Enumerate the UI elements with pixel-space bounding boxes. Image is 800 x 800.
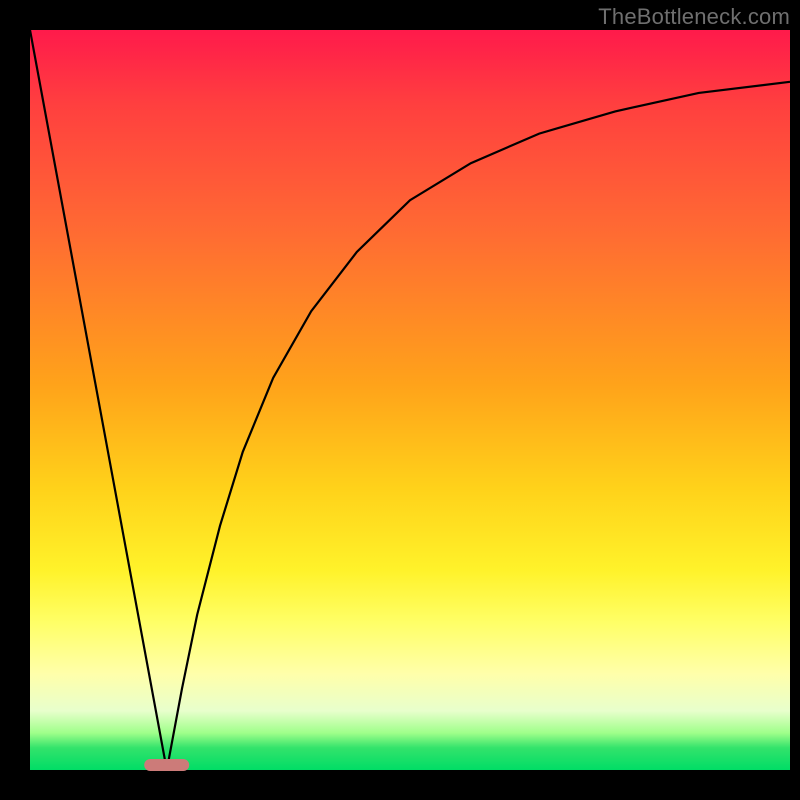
bottleneck-curve xyxy=(30,30,790,770)
curve-path xyxy=(30,30,790,770)
chart-frame: TheBottleneck.com xyxy=(0,0,800,800)
plot-area xyxy=(30,30,790,770)
optimal-range-marker xyxy=(144,759,190,771)
watermark-text: TheBottleneck.com xyxy=(598,4,790,30)
